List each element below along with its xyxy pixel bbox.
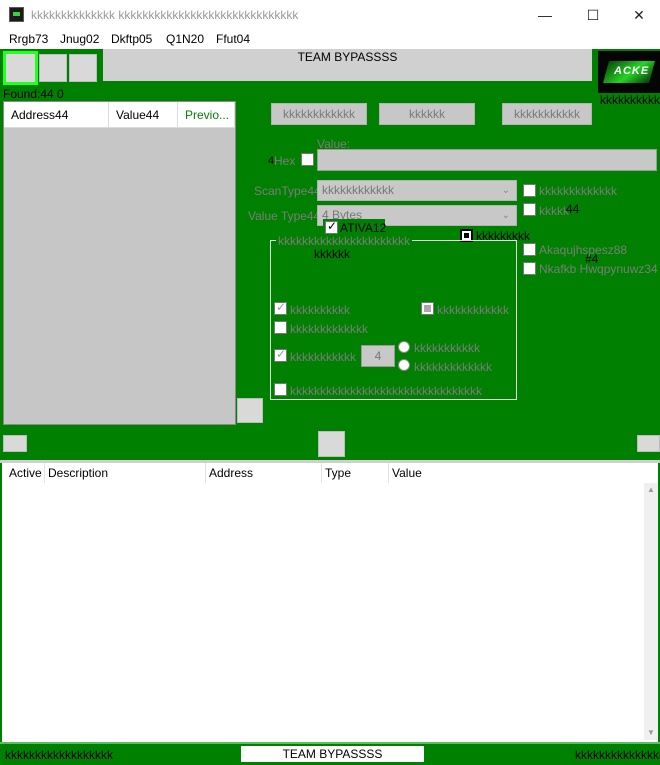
minimize-button[interactable]: — [522, 0, 568, 30]
scan-type-select[interactable]: kkkkkkkkkkkk ⌄ [317, 180, 517, 201]
option-1-checkbox[interactable] [523, 184, 536, 197]
results-header: Address44 Value44 Previo... [4, 102, 235, 128]
col-type[interactable]: Type [322, 463, 389, 483]
value-type-label: Value Type44 [248, 209, 321, 223]
address-list[interactable]: Active Description Address Type Value ▲ … [0, 463, 660, 742]
menu-item-1[interactable]: Rrgb73 [9, 32, 48, 46]
col-value[interactable]: Value [389, 463, 489, 483]
group-sub-label: kkkkkk [314, 247, 350, 261]
first-scan-button[interactable]: kkkkkkkkkkkk [271, 103, 367, 125]
indeterminate-icon [424, 305, 431, 312]
chevron-down-icon: ⌄ [501, 210, 510, 221]
close-button[interactable]: ✕ [616, 0, 660, 30]
status-right-text[interactable]: kkkkkkkkkkkkkkk [575, 748, 660, 762]
option-3-label: Akaqujhspesz88 [539, 243, 628, 257]
col-address[interactable]: Address44 [4, 102, 109, 128]
ativa-label: ATIVA12 [340, 221, 387, 235]
opt-d-label: kkkkkkkkkkk [290, 350, 356, 364]
group-title: kkkkkkkkkkkkkkkkkkkkkk [276, 234, 412, 248]
option-1-label: kkkkkkkkkkkkk [539, 184, 617, 198]
save-file-button[interactable] [69, 54, 97, 82]
results-list[interactable]: Address44 Value44 Previo... [3, 101, 236, 425]
col-address[interactable]: Address [206, 463, 322, 483]
header-title: TEAM BYPASSSS [103, 49, 592, 65]
hex-label: Hex [274, 154, 296, 168]
opt-a-checkbox[interactable] [274, 300, 287, 315]
option-2-checkbox[interactable] [523, 203, 536, 216]
status-left-text[interactable]: kkkkkkkkkkkkkkkkkk [5, 748, 113, 762]
add-address-button[interactable] [318, 431, 345, 457]
menu-item-2[interactable]: Jnug02 [60, 32, 99, 46]
option-4-label: Nkafkb Hwqpynuwz34 [539, 262, 658, 276]
logo-caption: kkkkkkkkkkk [600, 93, 660, 107]
opt-b-checkbox[interactable] [421, 302, 434, 315]
found-label: Found:44 0 [3, 87, 64, 101]
open-process-button[interactable] [3, 51, 38, 85]
status-center-text[interactable]: TEAM BYPASSSS [241, 746, 424, 762]
scroll-up-icon[interactable]: ▲ [644, 483, 658, 497]
col-active[interactable]: Active [6, 463, 45, 483]
option-3-checkbox[interactable] [523, 243, 536, 256]
opt-d-checkbox[interactable] [274, 347, 287, 362]
checkbox-fill-icon [464, 233, 469, 238]
col-value[interactable]: Value44 [109, 102, 178, 128]
opt-e-checkbox[interactable] [274, 383, 287, 396]
window-title: kkkkkkkkkkkkkk kkkkkkkkkkkkkkkkkkkkkkkkk… [31, 8, 299, 22]
title-bar: kkkkkkkkkkkkkk kkkkkkkkkkkkkkkkkkkkkkkkk… [0, 0, 660, 30]
radio-2[interactable] [398, 359, 410, 371]
ativa-checkbox[interactable] [325, 219, 338, 234]
value-input[interactable] [317, 149, 657, 171]
scan-type-label: ScanType44 [254, 184, 321, 198]
logo[interactable]: ACKE [598, 51, 660, 93]
menu-item-4[interactable]: Q1N20 [166, 32, 204, 46]
status-bar: kkkkkkkkkkkkkkkkkk TEAM BYPASSSS kkkkkkk… [0, 742, 660, 765]
opt-d-value-input[interactable]: 4 [361, 345, 395, 367]
vertical-scrollbar[interactable]: ▲ ▼ [644, 483, 658, 740]
option-2-suffix: 44 [566, 202, 580, 216]
col-description[interactable]: Description [45, 463, 206, 483]
opt-c-checkbox[interactable] [274, 321, 287, 334]
opt-b-label: kkkkkkkkkkkk [437, 303, 509, 317]
col-previous[interactable]: Previo... [178, 102, 235, 128]
radio-2-label: kkkkkkkkkkkkk [414, 360, 492, 374]
menu-item-5[interactable]: Ffut04 [216, 32, 250, 46]
radio-1-label: kkkkkkkkkkk [414, 341, 480, 355]
logo-text: ACKE [614, 65, 650, 77]
maximize-button[interactable]: ☐ [570, 0, 616, 30]
scan-type-value: kkkkkkkkkkkk [322, 183, 394, 197]
opt-c-label: kkkkkkkkkkkkk [290, 322, 368, 336]
undo-scan-button[interactable]: kkkkkkkkkkk [502, 103, 592, 125]
memory-view-button[interactable] [237, 398, 263, 423]
scroll-down-icon[interactable]: ▼ [644, 726, 658, 740]
menu-item-3[interactable]: Dkftp05 [111, 32, 152, 46]
menu-bar: Rrgb73 Jnug02 Dkftp05 Q1N20 Ffut04 [0, 30, 660, 49]
open-file-button[interactable] [39, 54, 67, 82]
right-action-button[interactable] [637, 435, 660, 452]
memory-options-group [270, 240, 517, 400]
radio-1[interactable] [398, 341, 410, 353]
opt-a-label: kkkkkkkkkk [290, 303, 350, 317]
option-2-label: kkkkk [539, 204, 569, 218]
chevron-down-icon: ⌄ [501, 185, 510, 196]
left-action-button[interactable] [3, 435, 27, 452]
hex-checkbox[interactable] [301, 153, 314, 166]
app-icon [9, 7, 24, 22]
process-bar [103, 65, 592, 81]
option-4-checkbox[interactable] [523, 262, 536, 275]
next-scan-button[interactable]: kkkkkk [379, 103, 475, 125]
opt-e-label: kkkkkkkkkkkkkkkkkkkkkkkkkkkkkkkk [290, 384, 482, 398]
